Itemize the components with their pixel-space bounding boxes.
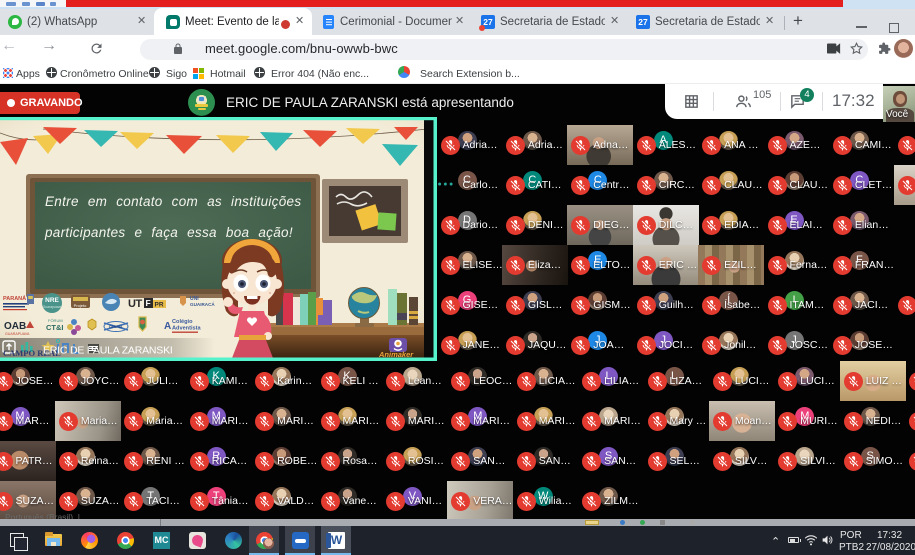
svg-text:Projeto: Projeto bbox=[74, 303, 87, 308]
svg-text:Colégio: Colégio bbox=[172, 319, 193, 325]
svg-text:OAB: OAB bbox=[4, 321, 26, 332]
svg-text:Adventista: Adventista bbox=[172, 326, 201, 332]
svg-text:ERIC DE PAULA ZARANSKI: ERIC DE PAULA ZARANSKI bbox=[43, 345, 173, 357]
svg-text:CENPAL: CENPAL bbox=[109, 325, 124, 329]
svg-text:CT&I: CT&I bbox=[46, 323, 64, 332]
svg-text:PARANÁ: PARANÁ bbox=[3, 295, 26, 302]
svg-text:GUARAPUAVA: GUARAPUAVA bbox=[5, 332, 30, 336]
svg-text:NRE: NRE bbox=[45, 297, 59, 304]
svg-text:participantes e faça essa boa: participantes e faça essa boa ação! bbox=[44, 225, 293, 240]
svg-text:PR: PR bbox=[155, 302, 164, 309]
svg-text:A: A bbox=[164, 321, 171, 332]
svg-text:GUAIRACÁ: GUAIRACÁ bbox=[190, 301, 215, 307]
svg-text:F: F bbox=[146, 298, 151, 308]
svg-text:Entre em contato com as instit: Entre em contato com as instituições bbox=[45, 194, 301, 209]
svg-text:Guarapuava: Guarapuava bbox=[43, 305, 62, 309]
svg-text:UT: UT bbox=[128, 298, 142, 310]
